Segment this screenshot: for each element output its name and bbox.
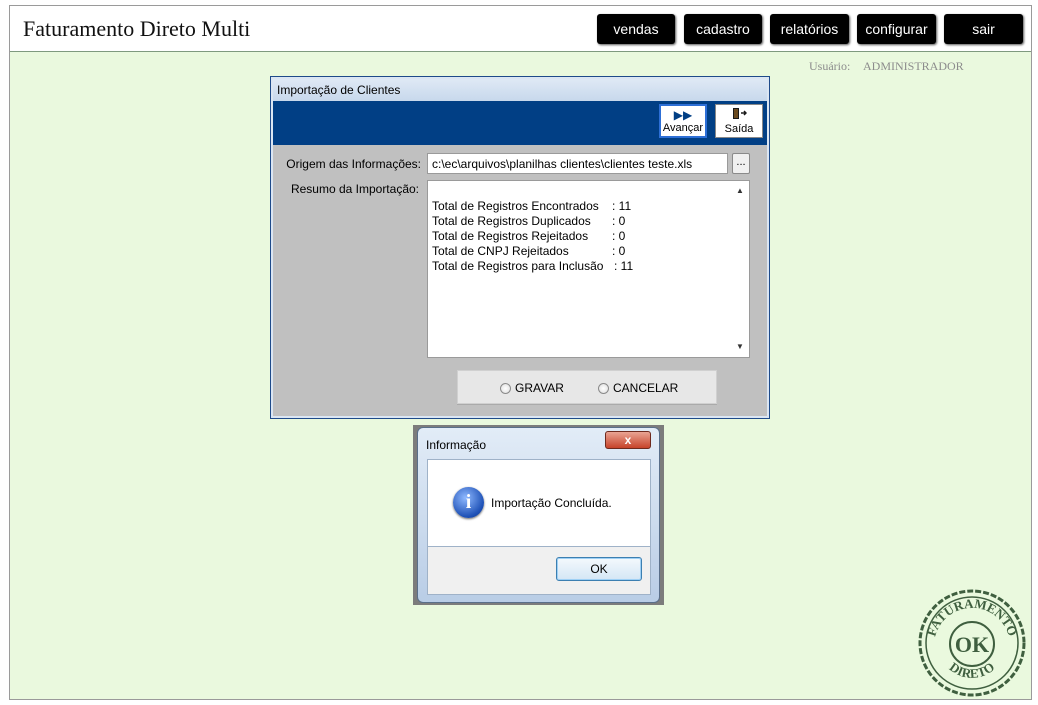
summary-value: : 0 [612, 214, 626, 228]
nav-sair-button[interactable]: sair [944, 14, 1023, 44]
cancel-radio[interactable]: CANCELAR [598, 381, 678, 395]
dialog-title: Informação [426, 438, 487, 452]
summary-value: : 0 [612, 229, 626, 243]
user-name: ADMINISTRADOR [863, 59, 964, 73]
nav-vendas-button[interactable]: vendas [597, 14, 675, 44]
summary-value: : 0 [612, 244, 626, 258]
summary-line: Total de Registros Rejeitados : 0 [432, 229, 633, 244]
exit-label: Saída [724, 123, 754, 135]
header: Faturamento Direto Multi vendas cadastro… [10, 6, 1031, 52]
radio-circle-icon [500, 382, 511, 394]
origin-label: Origem das Informações: [286, 157, 421, 171]
info-dialog-shadow: Informação x i Importação Concluída. OK [413, 425, 664, 605]
radio-circle-icon [598, 382, 609, 394]
summary-line: Total de Registros para Inclusão : 11 [432, 259, 633, 274]
import-toolbar: ▶▶ Avançar Saída [273, 101, 767, 145]
nav-relatorios-button[interactable]: relatórios [770, 14, 849, 44]
summary-line: Total de CNPJ Rejeitados : 0 [432, 244, 633, 259]
stamp-bottom-text: DIRETO [947, 659, 997, 681]
summary-key: Total de Registros para Inclusão [432, 259, 604, 273]
fast-forward-icon: ▶▶ [673, 108, 693, 122]
svg-text:DIRETO: DIRETO [947, 659, 997, 681]
scroll-down-icon[interactable]: ▼ [736, 342, 744, 351]
advance-label: Avançar [662, 122, 704, 134]
close-button[interactable]: x [605, 431, 651, 449]
cancel-label: CANCELAR [613, 381, 679, 395]
summary-scrollbar[interactable]: ▲ ▼ [732, 181, 749, 357]
summary-textarea[interactable]: Total de Registros Encontrados : 11 Total… [427, 180, 750, 358]
ok-button[interactable]: OK [556, 557, 642, 581]
user-label: Usuário: [809, 59, 851, 73]
import-clients-window: Importação de Clientes ▶▶ Avançar Saída … [270, 76, 770, 419]
save-radio[interactable]: GRAVAR [500, 381, 564, 395]
summary-line: Total de Registros Duplicados : 0 [432, 214, 633, 229]
summary-value: : 11 [612, 199, 632, 213]
faturamento-direto-stamp-logo: FATURAMENTO DIRETO OK [918, 589, 1026, 697]
summary-key: Total de Registros Rejeitados [432, 229, 589, 243]
advance-button[interactable]: ▶▶ Avançar [659, 104, 707, 138]
exit-button[interactable]: Saída [715, 104, 763, 138]
summary-value: : 11 [614, 259, 634, 273]
import-window-title: Importação de Clientes [273, 79, 767, 101]
dialog-footer: OK [427, 547, 651, 595]
dialog-body: i Importação Concluída. [427, 459, 651, 547]
summary-label: Resumo da Importação: [290, 182, 419, 196]
scroll-up-icon[interactable]: ▲ [736, 186, 744, 195]
nav-cadastro-button[interactable]: cadastro [684, 14, 762, 44]
info-dialog: Informação x i Importação Concluída. OK [417, 427, 660, 603]
summary-key: Total de Registros Duplicados [432, 214, 591, 228]
browse-button[interactable]: ... [732, 153, 750, 174]
summary-line: Total de Registros Encontrados : 11 [432, 199, 633, 214]
info-icon: i [453, 487, 484, 518]
stamp-center-text: OK [955, 632, 989, 657]
save-label: GRAVAR [515, 381, 564, 395]
summary-key: Total de Registros Encontrados [432, 199, 599, 213]
dialog-message: Importação Concluída. [491, 496, 612, 510]
app-title: Faturamento Direto Multi [23, 16, 251, 41]
nav-configurar-button[interactable]: configurar [857, 14, 936, 44]
door-exit-icon [731, 107, 748, 122]
action-bar: GRAVAR CANCELAR [457, 370, 717, 404]
summary-key: Total de CNPJ Rejeitados [432, 244, 569, 258]
summary-lines: Total de Registros Encontrados : 11 Total… [432, 199, 633, 274]
origin-path-input[interactable]: c:\ec\arquivos\planilhas clientes\client… [427, 153, 728, 174]
